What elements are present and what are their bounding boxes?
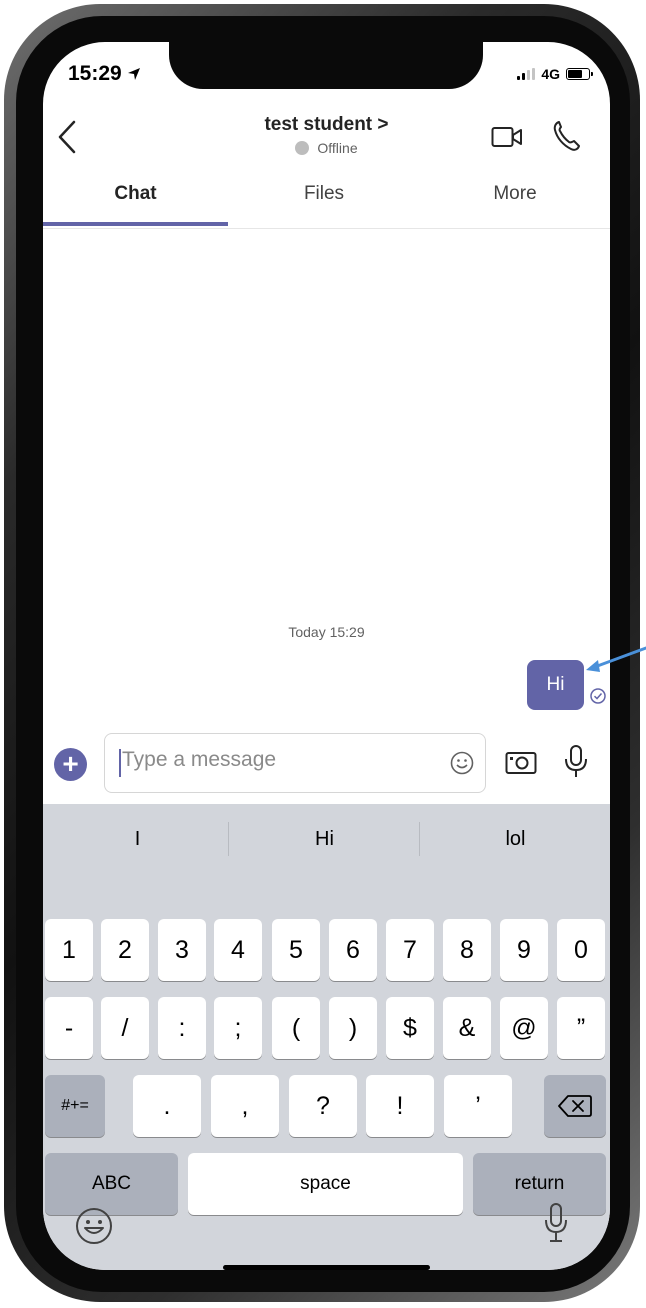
key[interactable]: $ xyxy=(386,997,434,1059)
key[interactable]: / xyxy=(101,997,149,1059)
tab-chat[interactable]: Chat xyxy=(43,168,228,224)
key[interactable]: ” xyxy=(557,997,605,1059)
dictation-mic-icon[interactable] xyxy=(543,1202,569,1244)
video-call-icon[interactable] xyxy=(491,126,523,148)
location-arrow-icon xyxy=(127,68,140,80)
camera-icon[interactable] xyxy=(505,749,537,775)
key[interactable]: 2 xyxy=(101,919,149,981)
sent-check-icon xyxy=(590,688,606,704)
suggestion-divider xyxy=(419,822,420,856)
key[interactable]: 7 xyxy=(386,919,434,981)
key[interactable]: ’ xyxy=(444,1075,512,1137)
key[interactable]: @ xyxy=(500,997,548,1059)
status-time: 15:29 xyxy=(68,62,141,86)
chevron-right-icon: > xyxy=(377,114,389,135)
chat-title[interactable]: test student > Offline xyxy=(43,114,610,156)
key[interactable]: ; xyxy=(214,997,262,1059)
key[interactable]: ? xyxy=(289,1075,357,1137)
key[interactable]: 5 xyxy=(272,919,320,981)
active-tab-indicator xyxy=(43,222,228,226)
key[interactable]: 4 xyxy=(214,919,262,981)
time-label: 15:29 xyxy=(68,62,122,85)
key[interactable]: ) xyxy=(329,997,377,1059)
key[interactable]: 6 xyxy=(329,919,377,981)
network-label: 4G xyxy=(541,66,560,82)
key[interactable]: ! xyxy=(366,1075,434,1137)
key[interactable]: & xyxy=(443,997,491,1059)
key[interactable]: , xyxy=(211,1075,279,1137)
key[interactable]: 9 xyxy=(500,919,548,981)
phone-call-icon[interactable] xyxy=(553,120,581,152)
presence-label: Offline xyxy=(317,140,358,156)
annotation-arrow-icon xyxy=(586,646,646,672)
notch xyxy=(169,42,483,89)
tab-files[interactable]: Files xyxy=(228,168,420,224)
text-caret xyxy=(119,749,121,777)
delete-backspace-icon xyxy=(558,1095,592,1117)
key[interactable]: 8 xyxy=(443,919,491,981)
tab-more[interactable]: More xyxy=(420,168,610,224)
signal-icon xyxy=(517,68,536,80)
home-indicator xyxy=(223,1265,430,1270)
suggestion-bar: I Hi lol xyxy=(43,804,610,874)
key[interactable]: : xyxy=(158,997,206,1059)
return-key[interactable]: return xyxy=(473,1153,606,1215)
day-timestamp: Today 15:29 xyxy=(288,624,365,640)
presence-status: Offline xyxy=(43,140,610,156)
add-attachment-button[interactable]: + xyxy=(54,748,87,781)
space-key[interactable]: space xyxy=(188,1153,463,1215)
ios-keyboard: I Hi lol 1 2 3 4 5 6 7 8 9 0 - / : ; ( )… xyxy=(43,804,610,1270)
compose-bar: + Type a message xyxy=(43,732,610,804)
key[interactable]: . xyxy=(133,1075,201,1137)
key[interactable]: 3 xyxy=(158,919,206,981)
presence-dot-icon xyxy=(295,141,310,155)
key[interactable]: 0 xyxy=(557,919,605,981)
key[interactable]: ( xyxy=(272,997,320,1059)
message-input[interactable]: Type a message xyxy=(104,733,486,793)
suggestion-3[interactable]: lol xyxy=(421,804,610,874)
suggestion-divider xyxy=(228,822,229,856)
microphone-icon[interactable] xyxy=(563,744,589,780)
message-bubble[interactable]: Hi xyxy=(527,660,584,710)
abc-key[interactable]: ABC xyxy=(45,1153,178,1215)
emoji-icon[interactable] xyxy=(450,751,474,775)
battery-icon xyxy=(566,68,593,80)
status-indicators: 4G xyxy=(517,66,593,82)
chat-header: test student > Offline xyxy=(43,102,610,168)
keyboard-emoji-icon[interactable] xyxy=(75,1207,113,1245)
key[interactable]: 1 xyxy=(45,919,93,981)
tab-bar: Chat Files More xyxy=(43,168,610,229)
symbols-key[interactable]: #+= xyxy=(45,1075,105,1137)
key[interactable]: - xyxy=(45,997,93,1059)
phone-screen: 15:29 4G test student > Offline Chat Fil… xyxy=(43,42,610,1270)
message-placeholder: Type a message xyxy=(122,748,277,771)
suggestion-2[interactable]: Hi xyxy=(230,804,419,874)
delete-key[interactable] xyxy=(544,1075,606,1137)
suggestion-1[interactable]: I xyxy=(43,804,232,874)
contact-name: test student xyxy=(264,114,373,135)
